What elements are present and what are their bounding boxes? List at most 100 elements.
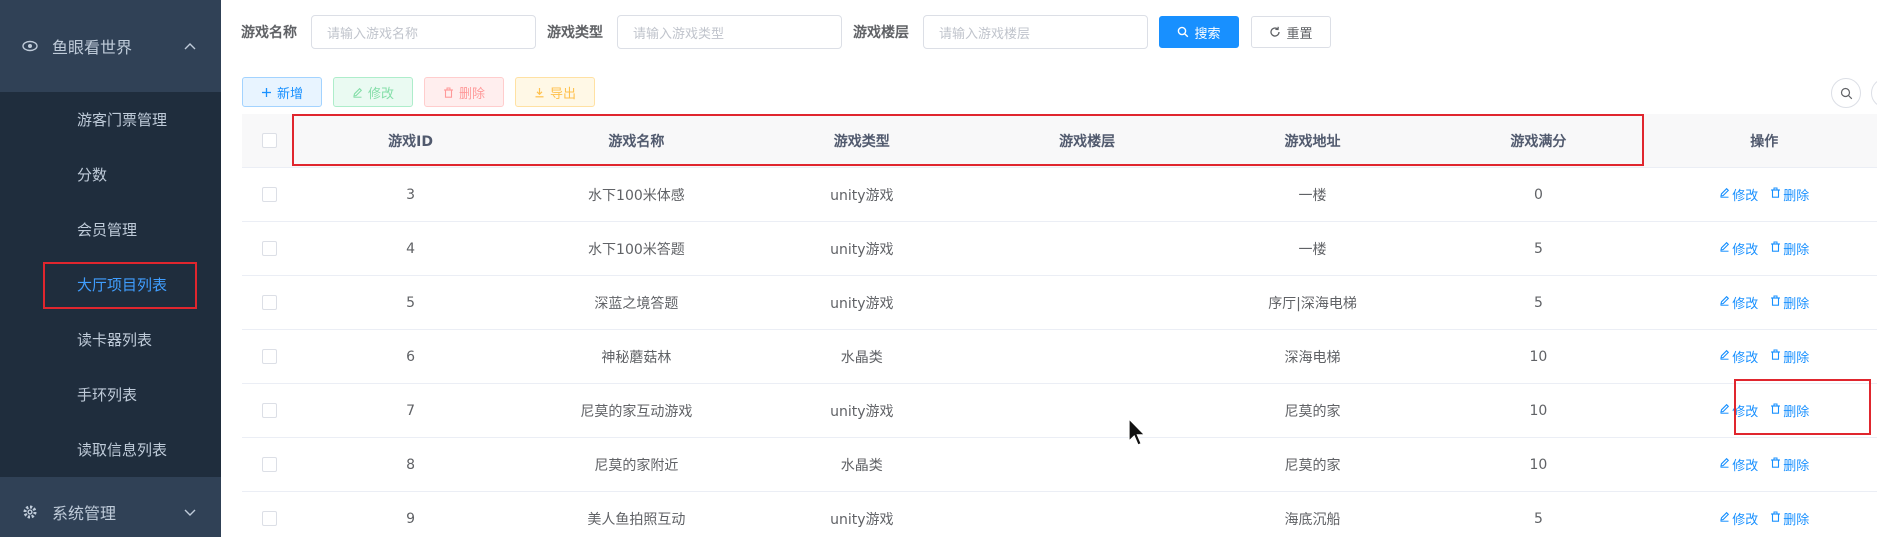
table-row: 4 水下100米答题 unity游戏 一楼 5 修改 删除 [242,222,1877,276]
row-edit-link[interactable]: 修改 [1719,509,1758,528]
gear-icon [22,504,38,520]
row-delete-link[interactable]: 删除 [1770,185,1809,204]
cell-game-address: 海底沉船 [1284,511,1341,528]
edit-icon [1719,295,1732,310]
sidebar-item-label: 分数 [77,166,108,184]
table-body: 3 水下100米体感 unity游戏 一楼 0 修改 删除 4 水下100米答题 unity游戏一… [242,168,1877,537]
cell-game-type: 水晶类 [840,457,883,474]
sidebar-item-label: 读取信息列表 [77,441,168,459]
cell-game-id: 7 [406,402,415,419]
table-row: 7 尼莫的家互动游戏 unity游戏 尼莫的家 10 修改 删除 [242,379,1877,438]
edit-icon [1719,241,1732,256]
row-checkbox[interactable] [262,457,278,472]
trash-icon [1770,349,1783,364]
row-delete-label: 删除 [1783,459,1810,474]
sidebar-item-card-reader[interactable]: 读卡器列表 [0,312,221,367]
sidebar-item-member[interactable]: 会员管理 [0,202,221,257]
table-row: 5 深蓝之境答题 unity游戏 序厅|深海电梯 5 修改 删除 [242,276,1877,330]
cell-game-name: 水下100米答题 [588,241,685,258]
export-button[interactable]: 导出 [515,77,595,107]
row-edit-link[interactable]: 修改 [1719,347,1758,366]
trash-icon [1770,457,1783,472]
chevron-down-icon [184,509,196,516]
sidebar-item-score[interactable]: 分数 [0,147,221,202]
header-operations: 操作 [1750,133,1779,150]
reset-button[interactable]: 重置 [1251,16,1331,48]
row-delete-link[interactable]: 删除 [1770,509,1809,528]
cell-game-id: 3 [406,186,415,203]
chevron-up-icon [184,43,196,50]
cell-game-name: 美人鱼拍照互动 [587,511,686,528]
row-edit-link[interactable]: 修改 [1719,455,1758,474]
data-table: 游戏ID 游戏名称 游戏类型 游戏楼层 游戏地址 游戏满分 操作 3 水下100米… [242,114,1877,537]
row-delete-label: 删除 [1783,351,1810,366]
row-delete-link[interactable]: 删除 [1770,293,1809,312]
game-floor-input[interactable]: 请输入游戏楼层 [923,15,1148,49]
eye-icon [22,38,38,54]
row-edit-link[interactable]: 修改 [1719,239,1758,258]
reset-button-label: 重置 [1286,26,1313,42]
game-type-input[interactable]: 请输入游戏类型 [617,15,842,49]
search-button[interactable]: 搜索 [1159,16,1239,48]
game-name-input[interactable]: 请输入游戏名称 [311,15,536,49]
table-header: 游戏ID 游戏名称 游戏类型 游戏楼层 游戏地址 游戏满分 操作 [242,114,1877,168]
sidebar-item-hall-projects[interactable]: 大厅项目列表 [0,257,221,312]
cell-game-id: 5 [406,294,415,311]
row-checkbox[interactable] [262,511,278,526]
row-delete-link[interactable]: 删除 [1770,347,1809,366]
row-delete-link[interactable]: 删除 [1770,239,1809,258]
edit-icon [1719,511,1732,526]
mouse-cursor-icon [1128,418,1146,446]
cell-game-type: unity游戏 [830,511,894,528]
cell-game-address: 一楼 [1298,241,1327,258]
search-icon [1840,87,1852,99]
sidebar-item-ticket[interactable]: 游客门票管理 [0,92,221,147]
row-checkbox[interactable] [262,295,278,310]
refresh-table-button[interactable] [1871,78,1877,108]
row-edit-link[interactable]: 修改 [1719,185,1758,204]
row-select-cell [242,511,297,526]
cell-game-full-score: 0 [1533,186,1543,203]
menu-group-fisheye[interactable]: 鱼眼看世界 [0,0,221,92]
search-button-label: 搜索 [1194,26,1221,42]
row-checkbox[interactable] [262,241,278,256]
select-all-checkbox[interactable] [262,133,278,148]
cell-game-full-score: 5 [1533,294,1543,311]
row-checkbox[interactable] [262,349,278,364]
cell-game-full-score: 10 [1529,456,1548,473]
cell-game-address: 尼莫的家 [1284,403,1341,420]
cell-game-id: 6 [406,348,415,365]
cell-game-type: unity游戏 [830,241,894,258]
toggle-search-button[interactable] [1831,78,1861,108]
menu-group-title: 鱼眼看世界 [52,38,133,57]
row-edit-label: 修改 [1732,243,1759,258]
row-delete-label: 删除 [1783,189,1810,204]
row-edit-label: 修改 [1732,297,1759,312]
menu-group-system[interactable]: 系统管理 [0,477,221,537]
cell-game-id: 8 [406,456,415,473]
menu-group-title: 系统管理 [52,504,117,523]
add-button[interactable]: 新增 [242,77,322,107]
row-delete-link[interactable]: 删除 [1770,455,1809,474]
add-button-label: 新增 [276,86,303,102]
row-checkbox[interactable] [262,187,278,202]
cell-game-full-score: 5 [1533,510,1543,527]
row-select-cell [242,349,297,364]
delete-button[interactable]: 删除 [424,77,504,107]
cell-game-name: 神秘蘑菇林 [601,349,672,366]
sidebar-item-read-info[interactable]: 读取信息列表 [0,422,221,477]
cell-operations: 修改 删除 [1652,347,1877,366]
edit-button[interactable]: 修改 [333,77,413,107]
row-edit-link[interactable]: 修改 [1719,293,1758,312]
trash-icon [1770,295,1783,310]
highlight-box [43,262,197,309]
delete-button-label: 删除 [458,86,485,102]
sidebar-item-bracelet[interactable]: 手环列表 [0,367,221,422]
row-select-cell [242,187,297,202]
cell-game-id: 4 [406,240,415,257]
sidebar-item-label: 游客门票管理 [77,111,168,129]
table-row: 9 美人鱼拍照互动 unity游戏 海底沉船 5 修改 删除 [242,492,1877,537]
sidebar: 鱼眼看世界 游客门票管理 分数 会员管理 大厅项目列表 读卡器列表 手环列表 读… [0,0,221,537]
edit-icon [1719,403,1732,418]
row-checkbox[interactable] [262,403,278,418]
